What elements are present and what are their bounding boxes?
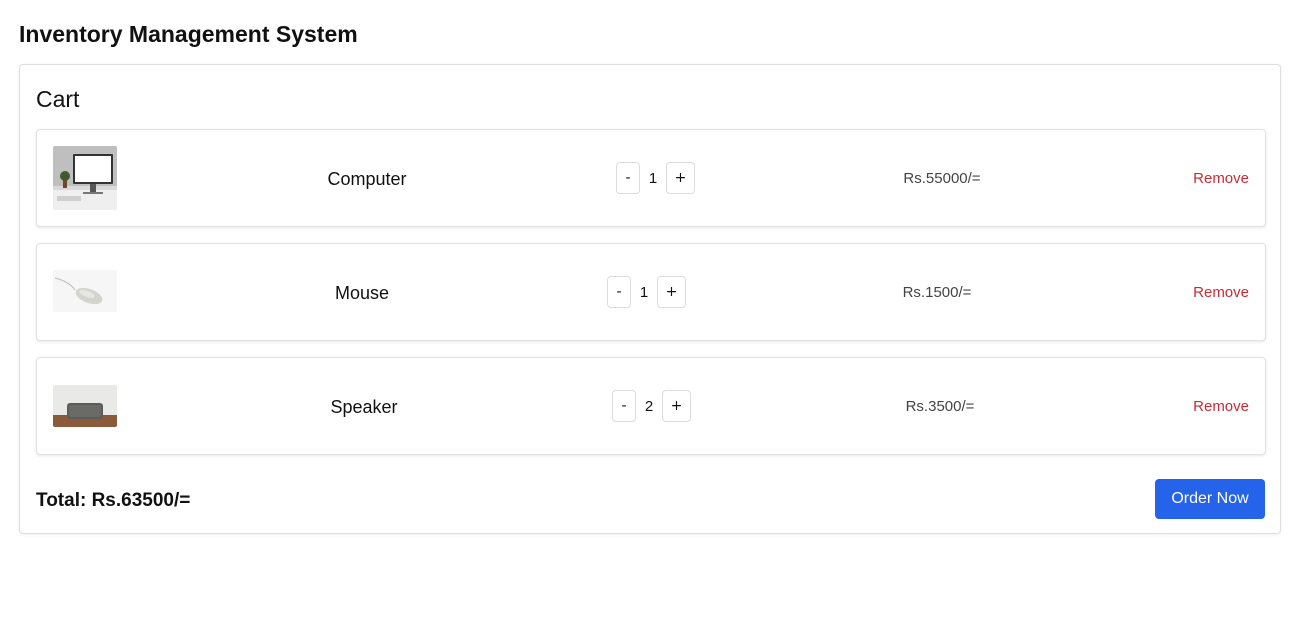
cart-item: Speaker - 2 + Rs.3500/= Remove (36, 357, 1266, 455)
cart-item: Mouse - 1 + Rs.1500/= Remove (36, 243, 1266, 341)
speaker-image (53, 385, 117, 427)
quantity-value: 2 (644, 397, 654, 415)
cart-card: Cart Computer - 1 + Rs.55000/= Remove Mo… (19, 64, 1281, 534)
remove-button[interactable]: Remove (1193, 170, 1249, 188)
quantity-stepper: - 1 + (616, 161, 695, 195)
item-name: Speaker (330, 397, 398, 417)
quantity-value: 1 (648, 169, 658, 187)
decrement-button[interactable]: - (612, 390, 636, 422)
computer-image (53, 146, 117, 210)
item-name: Mouse (334, 283, 390, 303)
cart-item: Computer - 1 + Rs.55000/= Remove (36, 129, 1266, 227)
order-now-button[interactable]: Order Now (1155, 479, 1265, 519)
decrement-button[interactable]: - (616, 162, 640, 194)
quantity-stepper: - 1 + (607, 275, 686, 309)
increment-button[interactable]: + (666, 162, 695, 194)
quantity-value: 1 (639, 283, 649, 301)
remove-button[interactable]: Remove (1193, 284, 1249, 302)
item-name: Computer (327, 169, 407, 189)
decrement-button[interactable]: - (607, 276, 631, 308)
quantity-stepper: - 2 + (612, 389, 691, 423)
app-title: Inventory Management System (19, 21, 358, 47)
item-price: Rs.55000/= (903, 170, 981, 187)
increment-button[interactable]: + (657, 276, 686, 308)
increment-button[interactable]: + (662, 390, 691, 422)
cart-total: Total: Rs.63500/= (36, 490, 191, 511)
mouse-image (53, 270, 117, 312)
item-price: Rs.3500/= (905, 398, 975, 415)
cart-title: Cart (36, 86, 80, 112)
remove-button[interactable]: Remove (1193, 398, 1249, 416)
item-price: Rs.1500/= (902, 284, 972, 301)
